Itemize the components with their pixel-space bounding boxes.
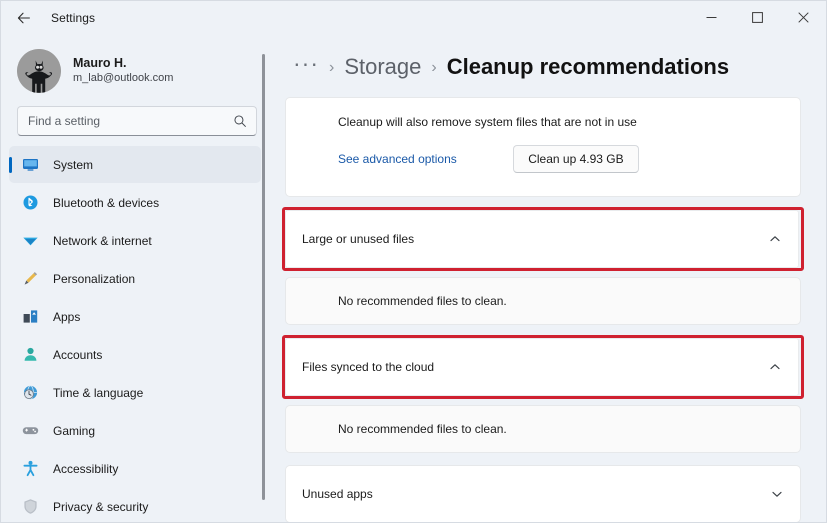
close-button[interactable] (780, 1, 826, 34)
avatar (17, 49, 61, 93)
profile-email: m_lab@outlook.com (73, 72, 173, 86)
maximize-icon (752, 12, 763, 23)
chevron-down-icon (770, 487, 784, 501)
section-empty-message: No recommended files to clean. (286, 294, 507, 308)
profile-text: Mauro H. m_lab@outlook.com (73, 56, 173, 85)
avatar-silhouette-icon (17, 49, 61, 93)
profile-name: Mauro H. (73, 56, 173, 72)
back-button[interactable] (7, 3, 41, 33)
bluetooth-icon (21, 194, 39, 212)
search-container (1, 100, 273, 146)
sidebar-item-network-internet[interactable]: Network & internet (9, 222, 261, 259)
search-box[interactable] (17, 106, 257, 136)
settings-window: Settings (0, 0, 827, 523)
sidebar-item-accessibility[interactable]: Accessibility (9, 450, 261, 487)
sidebar-item-label: System (53, 158, 93, 172)
app-title: Settings (51, 11, 95, 25)
sidebar-item-system[interactable]: System (9, 146, 261, 183)
section-header-card-files-synced-to-the-cloud: Files synced to the cloud (285, 338, 799, 396)
shield-icon (21, 498, 39, 516)
sidebar-item-gaming[interactable]: Gaming (9, 412, 261, 449)
monitor-icon (21, 156, 39, 174)
section-body-files-synced-to-the-cloud: No recommended files to clean. (285, 405, 801, 453)
sidebar-item-label: Apps (53, 310, 80, 324)
sidebar-item-label: Personalization (53, 272, 135, 286)
expander-files-synced-to-the-cloud[interactable]: Files synced to the cloud (286, 339, 798, 395)
clock-globe-icon (21, 384, 39, 402)
expander-unused-apps[interactable]: Unused apps (286, 466, 800, 522)
breadcrumb-link-storage[interactable]: Storage (344, 55, 421, 79)
sidebar-item-label: Network & internet (53, 234, 152, 248)
sidebar-item-label: Time & language (53, 386, 143, 400)
sidebar-item-label: Privacy & security (53, 500, 148, 514)
maximize-button[interactable] (734, 1, 780, 34)
accessibility-icon (21, 460, 39, 478)
title-bar: Settings (1, 1, 826, 34)
chevron-up-icon (768, 232, 782, 246)
window-controls (688, 1, 826, 34)
paintbrush-icon (21, 270, 39, 288)
sidebar: Mauro H. m_lab@outlook.com (1, 34, 273, 522)
window-body: Mauro H. m_lab@outlook.com (1, 34, 826, 522)
main-content: ··· › Storage › Cleanup recommendations … (273, 34, 826, 522)
breadcrumb-overflow-button[interactable]: ··· (293, 52, 319, 83)
section-body-large-or-unused-files: No recommended files to clean. (285, 277, 801, 325)
expander-large-or-unused-files[interactable]: Large or unused files (286, 211, 798, 267)
account-icon (21, 346, 39, 364)
section-title: Files synced to the cloud (302, 360, 434, 374)
sidebar-item-personalization[interactable]: Personalization (9, 260, 261, 297)
breadcrumb-separator: › (329, 60, 334, 76)
section-header-card-unused-apps: Unused apps (285, 465, 801, 522)
cleanup-intro-card: Cleanup will also remove system files th… (285, 97, 801, 197)
breadcrumb: ··· › Storage › Cleanup recommendations (283, 34, 807, 97)
minimize-icon (706, 12, 717, 23)
sidebar-item-time-language[interactable]: Time & language (9, 374, 261, 411)
sidebar-item-label: Accessibility (53, 462, 118, 476)
sidebar-item-label: Accounts (53, 348, 102, 362)
sidebar-item-privacy-security[interactable]: Privacy & security (9, 488, 261, 522)
page-title: Cleanup recommendations (447, 55, 729, 79)
section-header-card-large-or-unused-files: Large or unused files (285, 210, 799, 268)
annotation-highlight-files-synced-to-the-cloud: Files synced to the cloud (282, 335, 804, 399)
back-arrow-icon (16, 10, 32, 26)
user-profile[interactable]: Mauro H. m_lab@outlook.com (1, 34, 273, 100)
sidebar-item-apps[interactable]: Apps (9, 298, 261, 335)
cleanup-description: Cleanup will also remove system files th… (286, 114, 800, 131)
sidebar-item-bluetooth-devices[interactable]: Bluetooth & devices (9, 184, 261, 221)
sidebar-scrollbar[interactable] (262, 54, 265, 500)
see-advanced-options-link[interactable]: See advanced options (286, 152, 457, 166)
section-title: Unused apps (302, 487, 373, 501)
clean-up-button[interactable]: Clean up 4.93 GB (513, 145, 638, 173)
network-icon (21, 232, 39, 250)
gamepad-icon (21, 422, 39, 440)
sidebar-item-accounts[interactable]: Accounts (9, 336, 261, 373)
sidebar-item-label: Gaming (53, 424, 95, 438)
breadcrumb-separator: › (431, 60, 436, 76)
annotation-highlight-large-or-unused-files: Large or unused files (282, 207, 804, 271)
minimize-button[interactable] (688, 1, 734, 34)
sidebar-nav: System Bluetooth & devices (1, 146, 273, 522)
section-empty-message: No recommended files to clean. (286, 422, 507, 436)
search-input[interactable] (18, 114, 256, 128)
cards-container: Cleanup will also remove system files th… (283, 97, 807, 522)
section-title: Large or unused files (302, 232, 414, 246)
apps-icon (21, 308, 39, 326)
sidebar-item-label: Bluetooth & devices (53, 196, 159, 210)
chevron-up-icon (768, 360, 782, 374)
close-icon (798, 12, 809, 23)
